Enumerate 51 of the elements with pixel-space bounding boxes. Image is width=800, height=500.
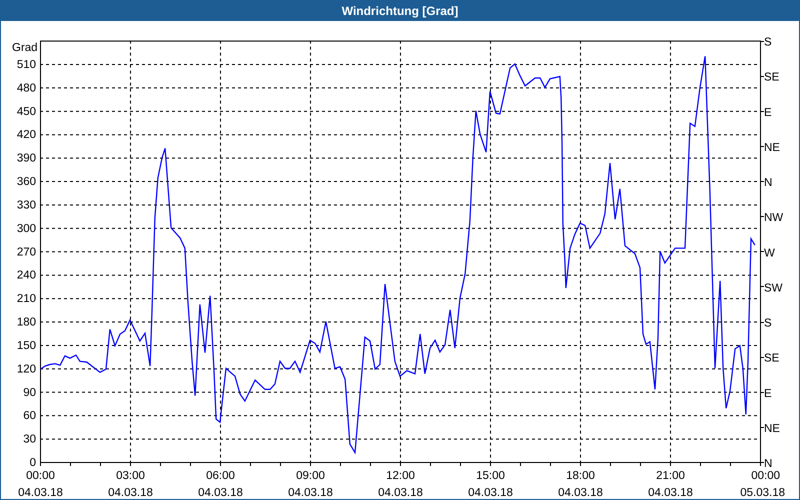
x-axis-date: 04.03.18 [288,487,333,499]
right-axis-label: NE [764,142,780,154]
right-axis-label: SE [764,72,780,84]
x-axis-label: 18:00 [566,470,595,482]
y-axis-label: 240 [16,270,36,282]
right-axis-label: N [764,458,772,470]
y-axis-label: 120 [16,363,36,376]
right-axis-label: S [764,318,772,330]
x-axis-label: 12:00 [386,470,415,482]
right-axis-label: SW [764,282,783,294]
x-axis-date: 04.03.18 [558,487,603,499]
y-axis-label: 180 [16,316,36,329]
right-axis-label: W [764,247,775,260]
right-axis-label: N [764,177,772,190]
y-axis-label: 90 [23,386,36,399]
y-axis-label: 0 [30,457,36,469]
y-axis-label: 60 [23,410,36,422]
y-axis-label: 270 [16,246,36,258]
y-axis-label: 360 [16,176,36,188]
x-axis-label: 15:00 [476,470,505,482]
x-axis-label: 03:00 [116,470,145,482]
y-axis-label: 450 [16,106,36,118]
x-axis-date: 04.03.18 [648,487,693,499]
x-axis-label: 21:00 [656,470,685,482]
right-axis-label: S [764,36,772,49]
x-axis-date: 04.03.18 [18,487,63,499]
y-axis-label: 510 [16,59,36,71]
y-axis-label: 300 [16,222,36,235]
y-axis-label: 30 [23,434,36,446]
y-axis-label: 330 [16,199,36,212]
x-axis-date: 04.03.18 [378,487,423,499]
x-axis-date: 04.03.18 [198,487,243,499]
right-axis-label: NE [764,422,780,435]
x-axis-label: 09:00 [296,470,325,482]
y-axis-label: 480 [16,82,36,94]
x-axis-date: 04.03.18 [468,487,513,499]
y-axis-label: 420 [16,129,36,142]
y-axis-title: Grad [12,42,38,54]
right-axis-label: NW [764,212,784,224]
y-axis-label: 150 [16,340,36,352]
x-axis-label: 00:00 [751,470,780,482]
x-axis-date: 04.03.18 [108,487,153,499]
x-axis-label: 00:00 [26,470,55,482]
y-axis-label: 210 [16,293,36,306]
x-axis-label: 06:00 [206,470,235,482]
y-axis-label: 390 [16,152,36,165]
right-axis-label: SE [764,352,780,365]
right-axis-label: E [764,388,772,400]
window-title: Windrichtung [Grad] [342,5,458,17]
right-axis-label: E [764,106,772,119]
x-axis-date: 05.03.18 [740,487,785,499]
